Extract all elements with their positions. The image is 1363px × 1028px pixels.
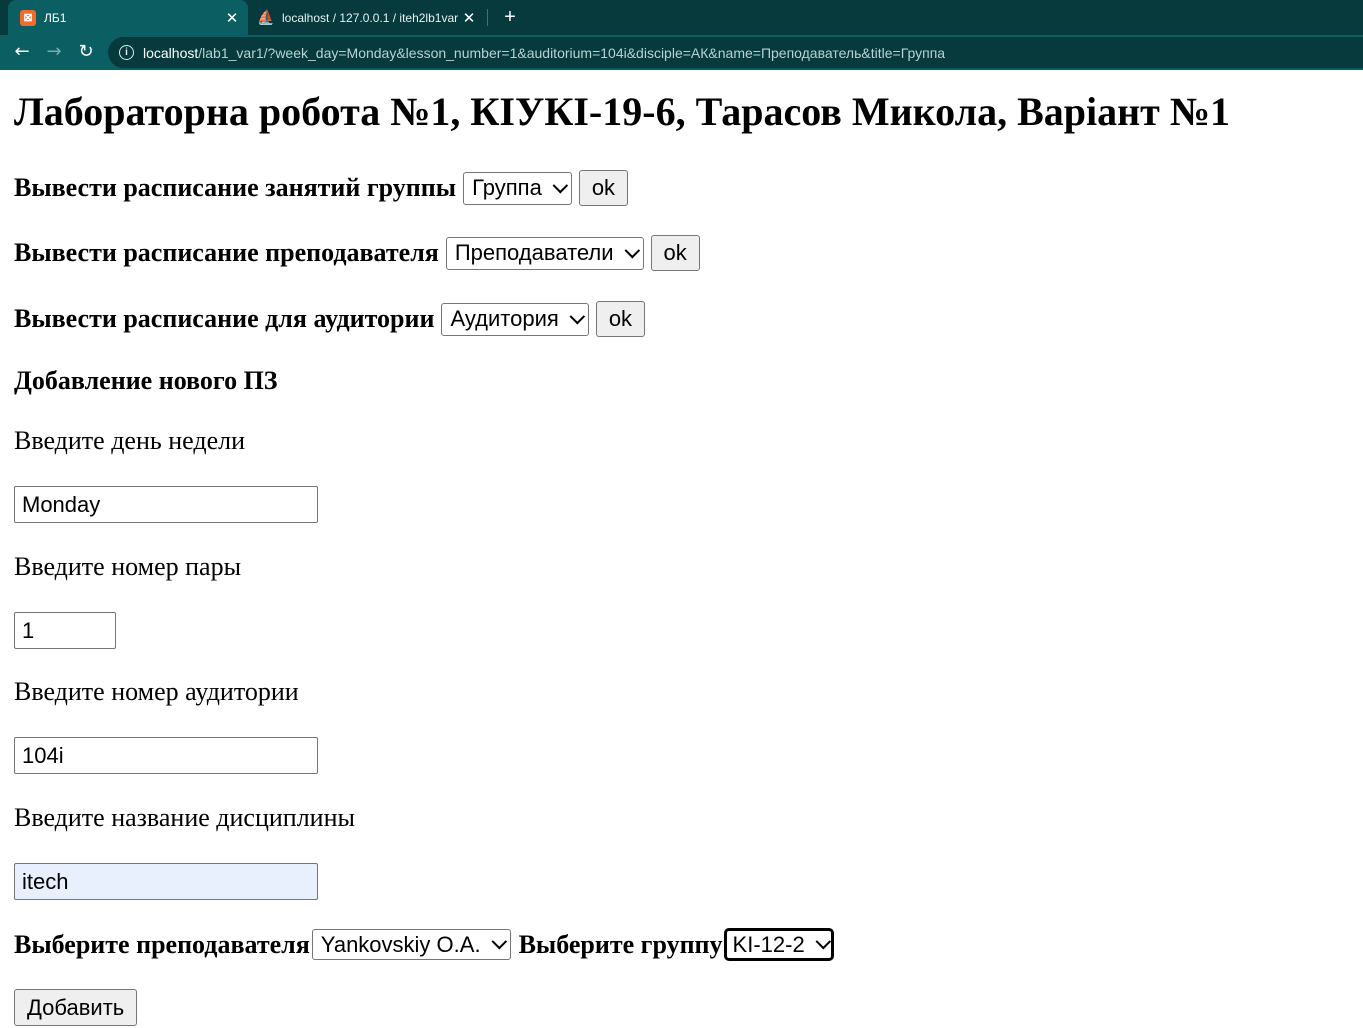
browser-toolbar: ← → ↻ i localhost/lab1_var1/?week_day=Mo… (0, 35, 1363, 70)
auditorium-schedule-form: Вывести расписание для аудитории Аудитор… (14, 301, 646, 337)
chevron-down-icon (624, 242, 640, 258)
chevron-down-icon (815, 933, 831, 950)
discipline-input[interactable]: itech (14, 863, 318, 900)
auditorium-ok-button[interactable]: ok (595, 301, 646, 337)
auditorium-label: Введите номер аудитории (14, 677, 299, 706)
forward-arrow-icon[interactable]: → (41, 39, 67, 65)
url-text: localhost/lab1_var1/?week_day=Monday&les… (143, 45, 945, 61)
tab-divider (487, 9, 488, 26)
phpmyadmin-icon: ⛵ (257, 9, 275, 25)
page-content: Лабораторна робота №1, КІУКІ-19-6, Тарас… (0, 70, 1363, 1028)
chevron-down-icon (552, 177, 568, 193)
tab-title: localhost / 127.0.0.1 / iteh2lb1var (282, 10, 459, 25)
url-host: localhost (143, 44, 199, 61)
lesson-number-input[interactable]: 1 (14, 612, 116, 649)
group-select[interactable]: Группа (463, 171, 572, 205)
week-day-label: Введите день недели (14, 426, 246, 455)
group-ok-button[interactable]: ok (578, 170, 629, 206)
teacher-select[interactable]: Преподаватели (445, 236, 644, 270)
close-icon[interactable]: ✕ (222, 9, 242, 27)
auditorium-input[interactable]: 104i (14, 737, 318, 774)
teacher-ok-button[interactable]: ok (650, 235, 700, 271)
address-bar[interactable]: i localhost/lab1_var1/?week_day=Monday&l… (108, 37, 1363, 68)
add-button[interactable]: Добавить (14, 989, 138, 1026)
chevron-down-icon (569, 308, 585, 324)
lesson-number-label: Введите номер пары (14, 552, 242, 581)
page-title: Лабораторна робота №1, КІУКІ-19-6, Тарас… (14, 89, 1231, 134)
chevron-down-icon (491, 933, 507, 950)
group-schedule-form: Вывести расписание занятий группы Группа… (14, 170, 629, 206)
tab-lb1[interactable]: ⊠ ЛБ1 ✕ (8, 0, 248, 35)
auditorium-select[interactable]: Аудитория (441, 302, 589, 336)
auditorium-select-value: Аудитория (450, 306, 559, 331)
reload-icon[interactable]: ↻ (73, 39, 99, 65)
back-arrow-icon[interactable]: ← (9, 39, 35, 65)
auditorium-schedule-label: Вывести расписание для аудитории (14, 304, 435, 333)
tab-title: ЛБ1 (44, 10, 67, 25)
choose-group-value: KI-12-2 (732, 931, 805, 957)
teacher-schedule-label: Вывести расписание преподавателя (14, 238, 439, 267)
choose-teacher-label: Выберите преподавателя (14, 929, 310, 959)
group-select-value: Группа (472, 175, 542, 200)
teacher-select-value: Преподаватели (454, 240, 614, 265)
info-icon[interactable]: i (119, 45, 134, 60)
discipline-label: Введите название дисциплины (14, 803, 355, 832)
choose-teacher-value: Yankovskiy O.A. (320, 931, 481, 957)
teacher-schedule-form: Вывести расписание преподавателя Препода… (14, 235, 700, 271)
url-path: /lab1_var1/?week_day=Monday&lesson_numbe… (198, 44, 946, 61)
close-icon[interactable]: ✕ (459, 9, 479, 27)
browser-tab-strip: ⊠ ЛБ1 ✕ ⛵ localhost / 127.0.0.1 / iteh2l… (0, 0, 1363, 35)
tab-phpmyadmin[interactable]: ⛵ localhost / 127.0.0.1 / iteh2lb1var ✕ (250, 0, 485, 35)
choose-group-label: Выберите группу (518, 929, 723, 959)
xampp-icon: ⊠ (20, 9, 36, 26)
new-tab-plus-icon[interactable]: + (499, 4, 521, 30)
week-day-input[interactable]: Monday (14, 486, 318, 523)
choose-teacher-select[interactable]: Yankovskiy O.A. (311, 929, 511, 960)
add-lesson-heading: Добавление нового ПЗ (14, 366, 278, 395)
group-schedule-label: Вывести расписание занятий группы (14, 173, 457, 202)
teacher-group-row: Выберите преподавателя Yankovskiy O.A. В… (14, 928, 834, 961)
choose-group-select[interactable]: KI-12-2 (723, 928, 834, 961)
